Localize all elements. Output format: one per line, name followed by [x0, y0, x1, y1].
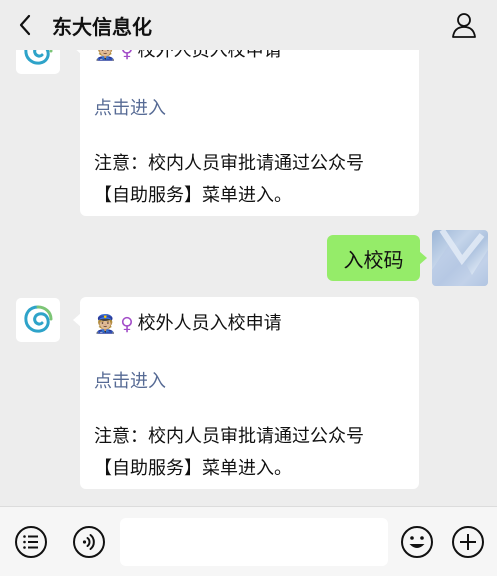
voice-icon[interactable]	[72, 525, 106, 559]
list-circle-icon[interactable]	[14, 525, 48, 559]
user-message-bubble[interactable]: 入校码	[327, 235, 427, 281]
swirl-logo-icon	[24, 305, 53, 333]
chevron-left-icon[interactable]	[18, 14, 32, 36]
user-message-text: 入校码	[343, 247, 404, 272]
chat-area: 👮🏼 ♀ 校外人员入校申请 点击进入 注意：校内人员审批请通过公众号 【自助服务…	[0, 0, 497, 506]
note-line-1: 注意：校内人员审批请通过公众号	[94, 153, 364, 174]
user-avatar[interactable]	[432, 230, 488, 286]
message-card[interactable]: 👮🏼 ♀ 校外人员入校申请 点击进入 注意：校内人员审批请通过公众号 【自助服务…	[73, 297, 419, 489]
enter-link[interactable]: 点击进入	[94, 367, 166, 393]
enter-link[interactable]: 点击进入	[94, 94, 166, 120]
page-title: 东大信息化	[52, 15, 152, 39]
official-avatar[interactable]	[16, 298, 60, 342]
note-line-1: 注意：校内人员审批请通过公众号	[94, 426, 364, 447]
card-title: 校外人员入校申请	[137, 313, 282, 334]
female-sign-emoji: ♀	[120, 313, 134, 335]
person-icon[interactable]	[451, 12, 477, 38]
card-title-row: 👮🏼 ♀ 校外人员入校申请	[94, 309, 282, 339]
note-line-2: 【自助服务】菜单进入。	[94, 458, 292, 479]
message-card[interactable]: 👮🏼 ♀ 校外人员入校申请 点击进入 注意：校内人员审批请通过公众号 【自助服务…	[73, 24, 419, 216]
police-emoji: 👮🏼	[94, 313, 117, 335]
plus-circle-icon[interactable]	[451, 525, 485, 559]
top-bar: 东大信息化	[0, 0, 497, 50]
smiley-icon[interactable]	[400, 525, 434, 559]
avatar-image-icon	[432, 230, 488, 286]
note-line-2: 【自助服务】菜单进入。	[94, 185, 292, 206]
input-toolbar	[0, 506, 497, 576]
message-input[interactable]	[120, 518, 388, 566]
